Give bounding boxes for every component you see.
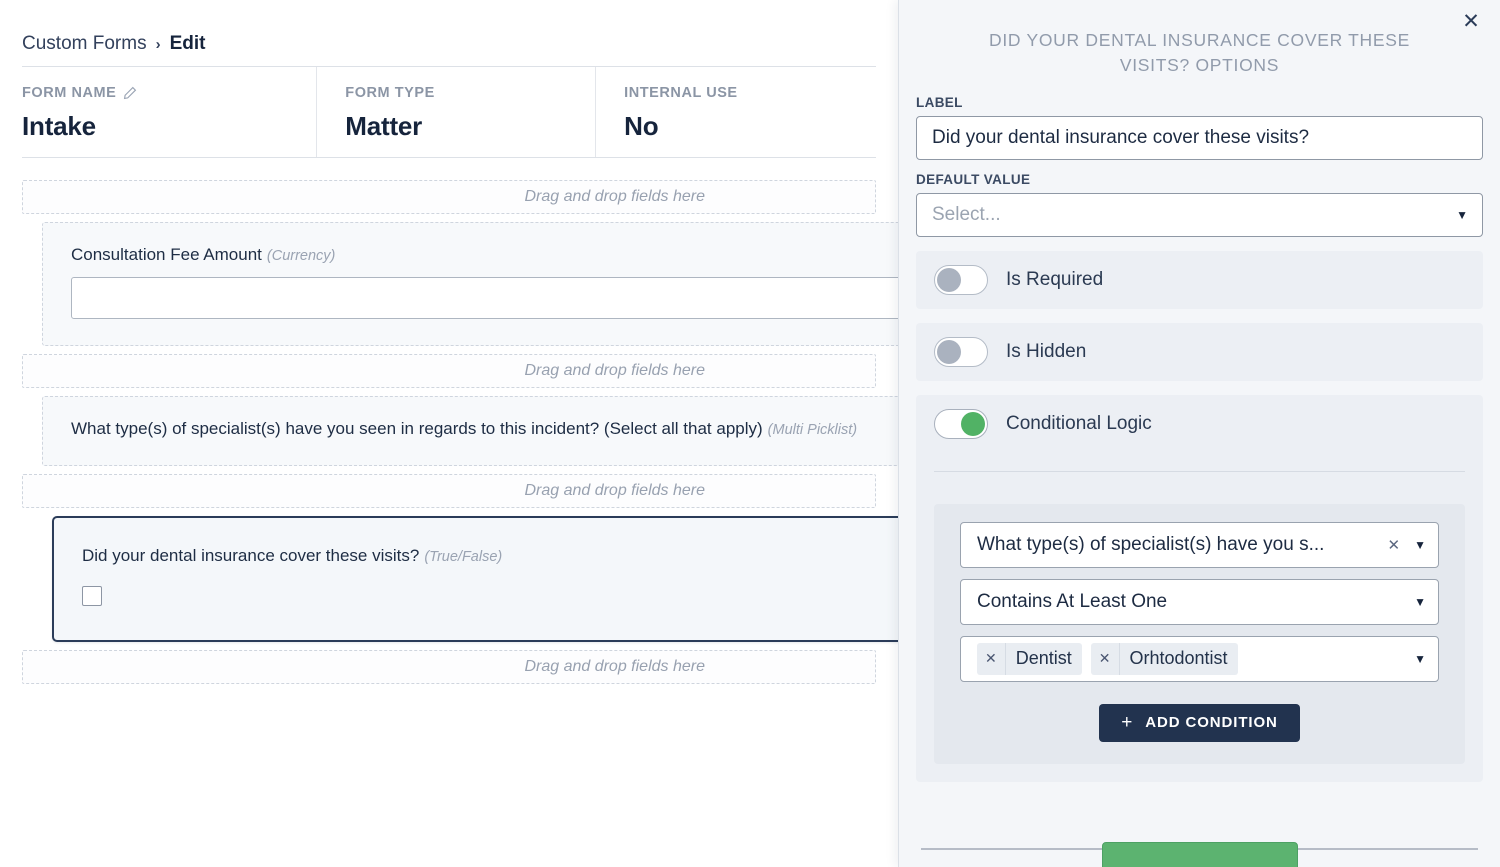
save-button[interactable]	[1101, 842, 1298, 867]
conditional-logic-switch[interactable]	[934, 408, 988, 439]
field-caption-row: Did your dental insurance cover these vi…	[82, 546, 898, 566]
conditional-logic-section: Conditional Logic What type(s) of specia…	[916, 394, 1483, 782]
dropzone-3[interactable]: Drag and drop fields here	[22, 474, 876, 508]
form-canvas: Drag and drop fields here Consultation F…	[0, 158, 898, 684]
breadcrumb: Custom Forms › Edit	[0, 0, 898, 66]
meta-form-type: FORM TYPE Matter	[316, 67, 595, 157]
dropzone-4[interactable]: Drag and drop fields here	[22, 650, 876, 684]
form-name-label: FORM NAME	[22, 85, 117, 101]
form-name-value: Intake	[22, 111, 96, 141]
condition-values-select[interactable]: ✕ Dentist ✕ Orhtodontist ▼	[960, 635, 1439, 682]
field-block-specialist-types[interactable]: What type(s) of specialist(s) have you s…	[42, 396, 898, 466]
currency-input[interactable]	[71, 277, 898, 319]
condition-operator-select[interactable]: Contains At Least One ▼	[960, 578, 1439, 625]
default-value-placeholder: Select...	[932, 203, 1001, 225]
toggle-row-is-required[interactable]: Is Required	[916, 250, 1483, 309]
form-builder-area: Custom Forms › Edit FORM NAME Intake FOR…	[0, 0, 898, 867]
chevron-down-icon: ▼	[1414, 594, 1426, 609]
default-value-label: DEFAULT VALUE	[916, 171, 1031, 187]
chevron-down-icon: ▼	[1414, 651, 1426, 666]
clear-x-icon[interactable]: ✕	[1388, 536, 1401, 554]
app-screen: Custom Forms › Edit FORM NAME Intake FOR…	[0, 0, 1500, 867]
dropzone-2[interactable]: Drag and drop fields here	[22, 354, 876, 388]
condition-field-select[interactable]: What type(s) of specialist(s) have you s…	[960, 521, 1439, 568]
chip-orthodontist[interactable]: ✕ Orhtodontist	[1090, 642, 1238, 675]
remove-chip-icon[interactable]: ✕	[977, 642, 1006, 675]
toggle-row-conditional-logic[interactable]: Conditional Logic	[916, 395, 1483, 453]
panel-body: LABEL Did your dental insurance cover th…	[899, 78, 1500, 782]
field-block-consultation-fee[interactable]: Consultation Fee Amount (Currency)	[42, 222, 898, 346]
is-required-label: Is Required	[1006, 268, 1104, 290]
switch-knob	[937, 267, 961, 292]
form-type-value: Matter	[345, 111, 423, 141]
breadcrumb-link-custom-forms[interactable]: Custom Forms	[22, 33, 147, 55]
field-label: What type(s) of specialist(s) have you s…	[71, 419, 763, 438]
condition-field-value: What type(s) of specialist(s) have you s…	[977, 533, 1325, 555]
default-value-group: DEFAULT VALUE Select... ▼	[916, 172, 1483, 237]
form-name-label-row: FORM NAME	[22, 85, 316, 101]
internal-use-label: INTERNAL USE	[624, 85, 738, 101]
switch-knob	[937, 339, 961, 364]
panel-footer-divider	[921, 842, 1478, 867]
panel-title: DID YOUR DENTAL INSURANCE COVER THESE VI…	[988, 30, 1411, 75]
condition-operator-value: Contains At Least One	[977, 590, 1168, 612]
field-type: (Currency)	[266, 248, 336, 264]
selected-value-chips: ✕ Dentist ✕ Orhtodontist	[977, 642, 1414, 675]
remove-chip-icon[interactable]: ✕	[1091, 642, 1120, 675]
close-icon[interactable]: ✕	[1458, 8, 1484, 34]
dropzone-1[interactable]: Drag and drop fields here	[22, 180, 876, 214]
default-value-select[interactable]: Select... ▼	[916, 192, 1483, 237]
chip-label: Dentist	[1015, 648, 1072, 669]
add-condition-label: ADD CONDITION	[1145, 714, 1278, 732]
label-input[interactable]: Did your dental insurance cover these vi…	[916, 115, 1483, 160]
field-caption-row: Consultation Fee Amount (Currency)	[71, 245, 898, 265]
chip-dentist[interactable]: ✕ Dentist	[977, 642, 1082, 675]
form-type-label: FORM TYPE	[345, 85, 435, 101]
label-field-label: LABEL	[916, 94, 963, 110]
is-hidden-label: Is Hidden	[1006, 340, 1087, 362]
dropzone-label: Drag and drop fields here	[524, 658, 705, 675]
pencil-icon[interactable]	[123, 86, 137, 100]
add-condition-wrap: + ADD CONDITION	[960, 703, 1439, 742]
internal-use-value: No	[624, 111, 659, 141]
breadcrumb-separator-icon: ›	[155, 35, 161, 53]
form-meta-row: FORM NAME Intake FORM TYPE Matter INTERN…	[0, 67, 898, 157]
switch-knob	[961, 411, 985, 436]
meta-internal-use: INTERNAL USE No	[595, 67, 876, 157]
field-block-dental-insurance-selected[interactable]: Did your dental insurance cover these vi…	[52, 516, 898, 642]
conditional-logic-divider	[934, 470, 1465, 472]
dropzone-label: Drag and drop fields here	[524, 362, 705, 379]
toggle-row-is-hidden[interactable]: Is Hidden	[916, 322, 1483, 381]
condition-card: What type(s) of specialist(s) have you s…	[934, 503, 1465, 764]
field-label: Consultation Fee Amount	[71, 245, 262, 264]
is-required-switch[interactable]	[934, 264, 988, 295]
plus-icon: +	[1121, 712, 1134, 734]
is-hidden-switch[interactable]	[934, 336, 988, 367]
truefalse-checkbox[interactable]	[82, 586, 102, 606]
field-caption-row: What type(s) of specialist(s) have you s…	[71, 419, 898, 439]
field-options-panel: ✕ DID YOUR DENTAL INSURANCE COVER THESE …	[898, 0, 1500, 867]
label-field-group: LABEL Did your dental insurance cover th…	[916, 95, 1483, 160]
add-condition-button[interactable]: + ADD CONDITION	[1099, 703, 1300, 742]
chip-label: Orhtodontist	[1129, 648, 1228, 669]
meta-form-name: FORM NAME Intake	[22, 67, 316, 157]
breadcrumb-current-edit: Edit	[169, 33, 206, 54]
dropzone-label: Drag and drop fields here	[524, 188, 705, 205]
field-type: (True/False)	[424, 549, 503, 565]
dropzone-label: Drag and drop fields here	[524, 482, 705, 499]
field-label: Did your dental insurance cover these vi…	[82, 546, 420, 565]
chevron-down-icon: ▼	[1414, 537, 1426, 552]
field-type: (Multi Picklist)	[767, 422, 858, 438]
conditional-logic-label: Conditional Logic	[1006, 412, 1152, 434]
chevron-down-icon: ▼	[1456, 207, 1468, 222]
